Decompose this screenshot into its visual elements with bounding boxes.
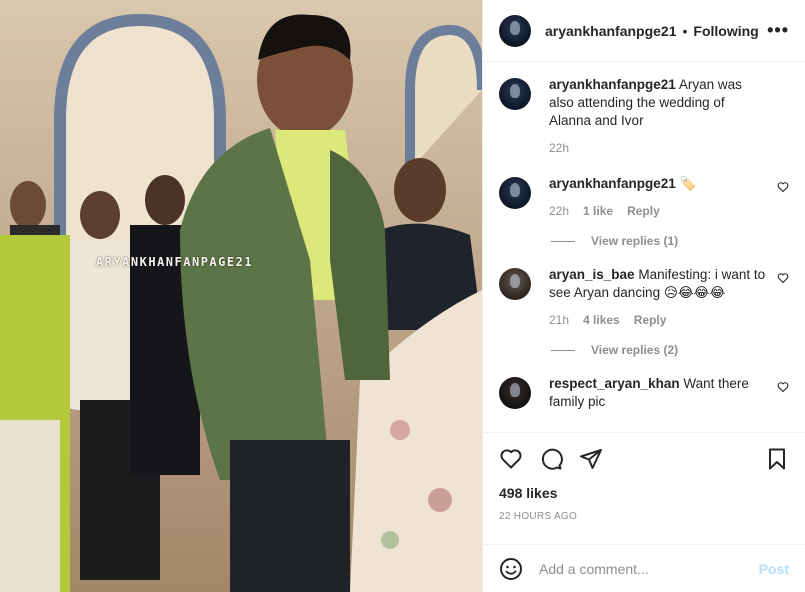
like-comment-heart-icon[interactable] bbox=[777, 181, 789, 193]
heart-icon[interactable] bbox=[499, 447, 523, 471]
photo-scene bbox=[0, 0, 482, 592]
comment-item: respect_aryan_khan Want there family pic bbox=[499, 375, 789, 411]
view-replies-line bbox=[551, 240, 575, 242]
post-actions: 498 likes 22 HOURS AGO bbox=[483, 432, 805, 544]
emoji-icon[interactable] bbox=[499, 557, 523, 581]
view-replies-button[interactable]: View replies (2) bbox=[551, 343, 789, 357]
author-username[interactable]: aryankhanfanpge21 bbox=[545, 23, 677, 39]
view-replies-button[interactable]: View replies (1) bbox=[551, 234, 789, 248]
comment-time[interactable]: 22h bbox=[549, 139, 569, 157]
comment-avatar[interactable] bbox=[499, 268, 531, 300]
comment-input[interactable] bbox=[539, 560, 759, 577]
like-comment-heart-icon[interactable] bbox=[777, 381, 789, 393]
comment-username[interactable]: aryan_is_bae bbox=[549, 267, 635, 282]
more-horizontal-icon[interactable]: ••• bbox=[767, 20, 789, 41]
likes-count[interactable]: 498 likes bbox=[499, 485, 789, 501]
post-comment-button[interactable]: Post bbox=[759, 561, 789, 577]
comment-time[interactable]: 21h bbox=[549, 311, 569, 329]
post-header: aryankhanfanpge21 • Following ••• bbox=[483, 0, 805, 62]
caption-avatar[interactable] bbox=[499, 78, 531, 110]
comment-time[interactable]: 22h bbox=[549, 202, 569, 220]
comment-icon[interactable] bbox=[539, 447, 563, 471]
header-separator: • bbox=[682, 22, 688, 39]
comment-likes[interactable]: 1 like bbox=[583, 202, 613, 220]
author-avatar[interactable] bbox=[499, 14, 531, 47]
caption: aryankhanfanpge21 Aryan was also attendi… bbox=[499, 76, 789, 157]
comment-item: aryankhanfanpge21 🏷️ 22h 1 like Reply bbox=[499, 175, 789, 220]
view-replies-label: View replies (1) bbox=[591, 234, 679, 248]
comment-avatar[interactable] bbox=[499, 177, 531, 209]
bookmark-icon[interactable] bbox=[765, 447, 789, 471]
post-timestamp[interactable]: 22 HOURS AGO bbox=[499, 511, 789, 522]
reply-button[interactable]: Reply bbox=[634, 311, 667, 329]
view-replies-label: View replies (2) bbox=[591, 343, 679, 357]
share-icon[interactable] bbox=[579, 447, 603, 471]
comment-text: 🏷️ bbox=[679, 176, 697, 191]
comment-avatar[interactable] bbox=[499, 377, 531, 409]
add-comment-bar: Post bbox=[483, 544, 805, 592]
like-comment-heart-icon[interactable] bbox=[777, 272, 789, 284]
post-side-panel: aryankhanfanpge21 • Following ••• aryank… bbox=[482, 0, 805, 592]
post-photo[interactable]: ARYANKHANFANPAGE21 bbox=[0, 0, 482, 592]
post-viewer: ARYANKHANFANPAGE21 aryankhanfanpge21 • F… bbox=[0, 0, 805, 592]
reply-button[interactable]: Reply bbox=[627, 202, 660, 220]
view-replies-line bbox=[551, 349, 575, 351]
following-button[interactable]: Following bbox=[693, 23, 758, 39]
comment-item: aryan_is_bae Manifesting: i want to see … bbox=[499, 266, 789, 329]
comments-list[interactable]: aryankhanfanpge21 Aryan was also attendi… bbox=[483, 62, 805, 432]
photo-watermark: ARYANKHANFANPAGE21 bbox=[96, 255, 254, 269]
comment-username[interactable]: respect_aryan_khan bbox=[549, 376, 680, 391]
comment-username[interactable]: aryankhanfanpge21 bbox=[549, 77, 676, 92]
comment-likes[interactable]: 4 likes bbox=[583, 311, 620, 329]
comment-username[interactable]: aryankhanfanpge21 bbox=[549, 176, 676, 191]
